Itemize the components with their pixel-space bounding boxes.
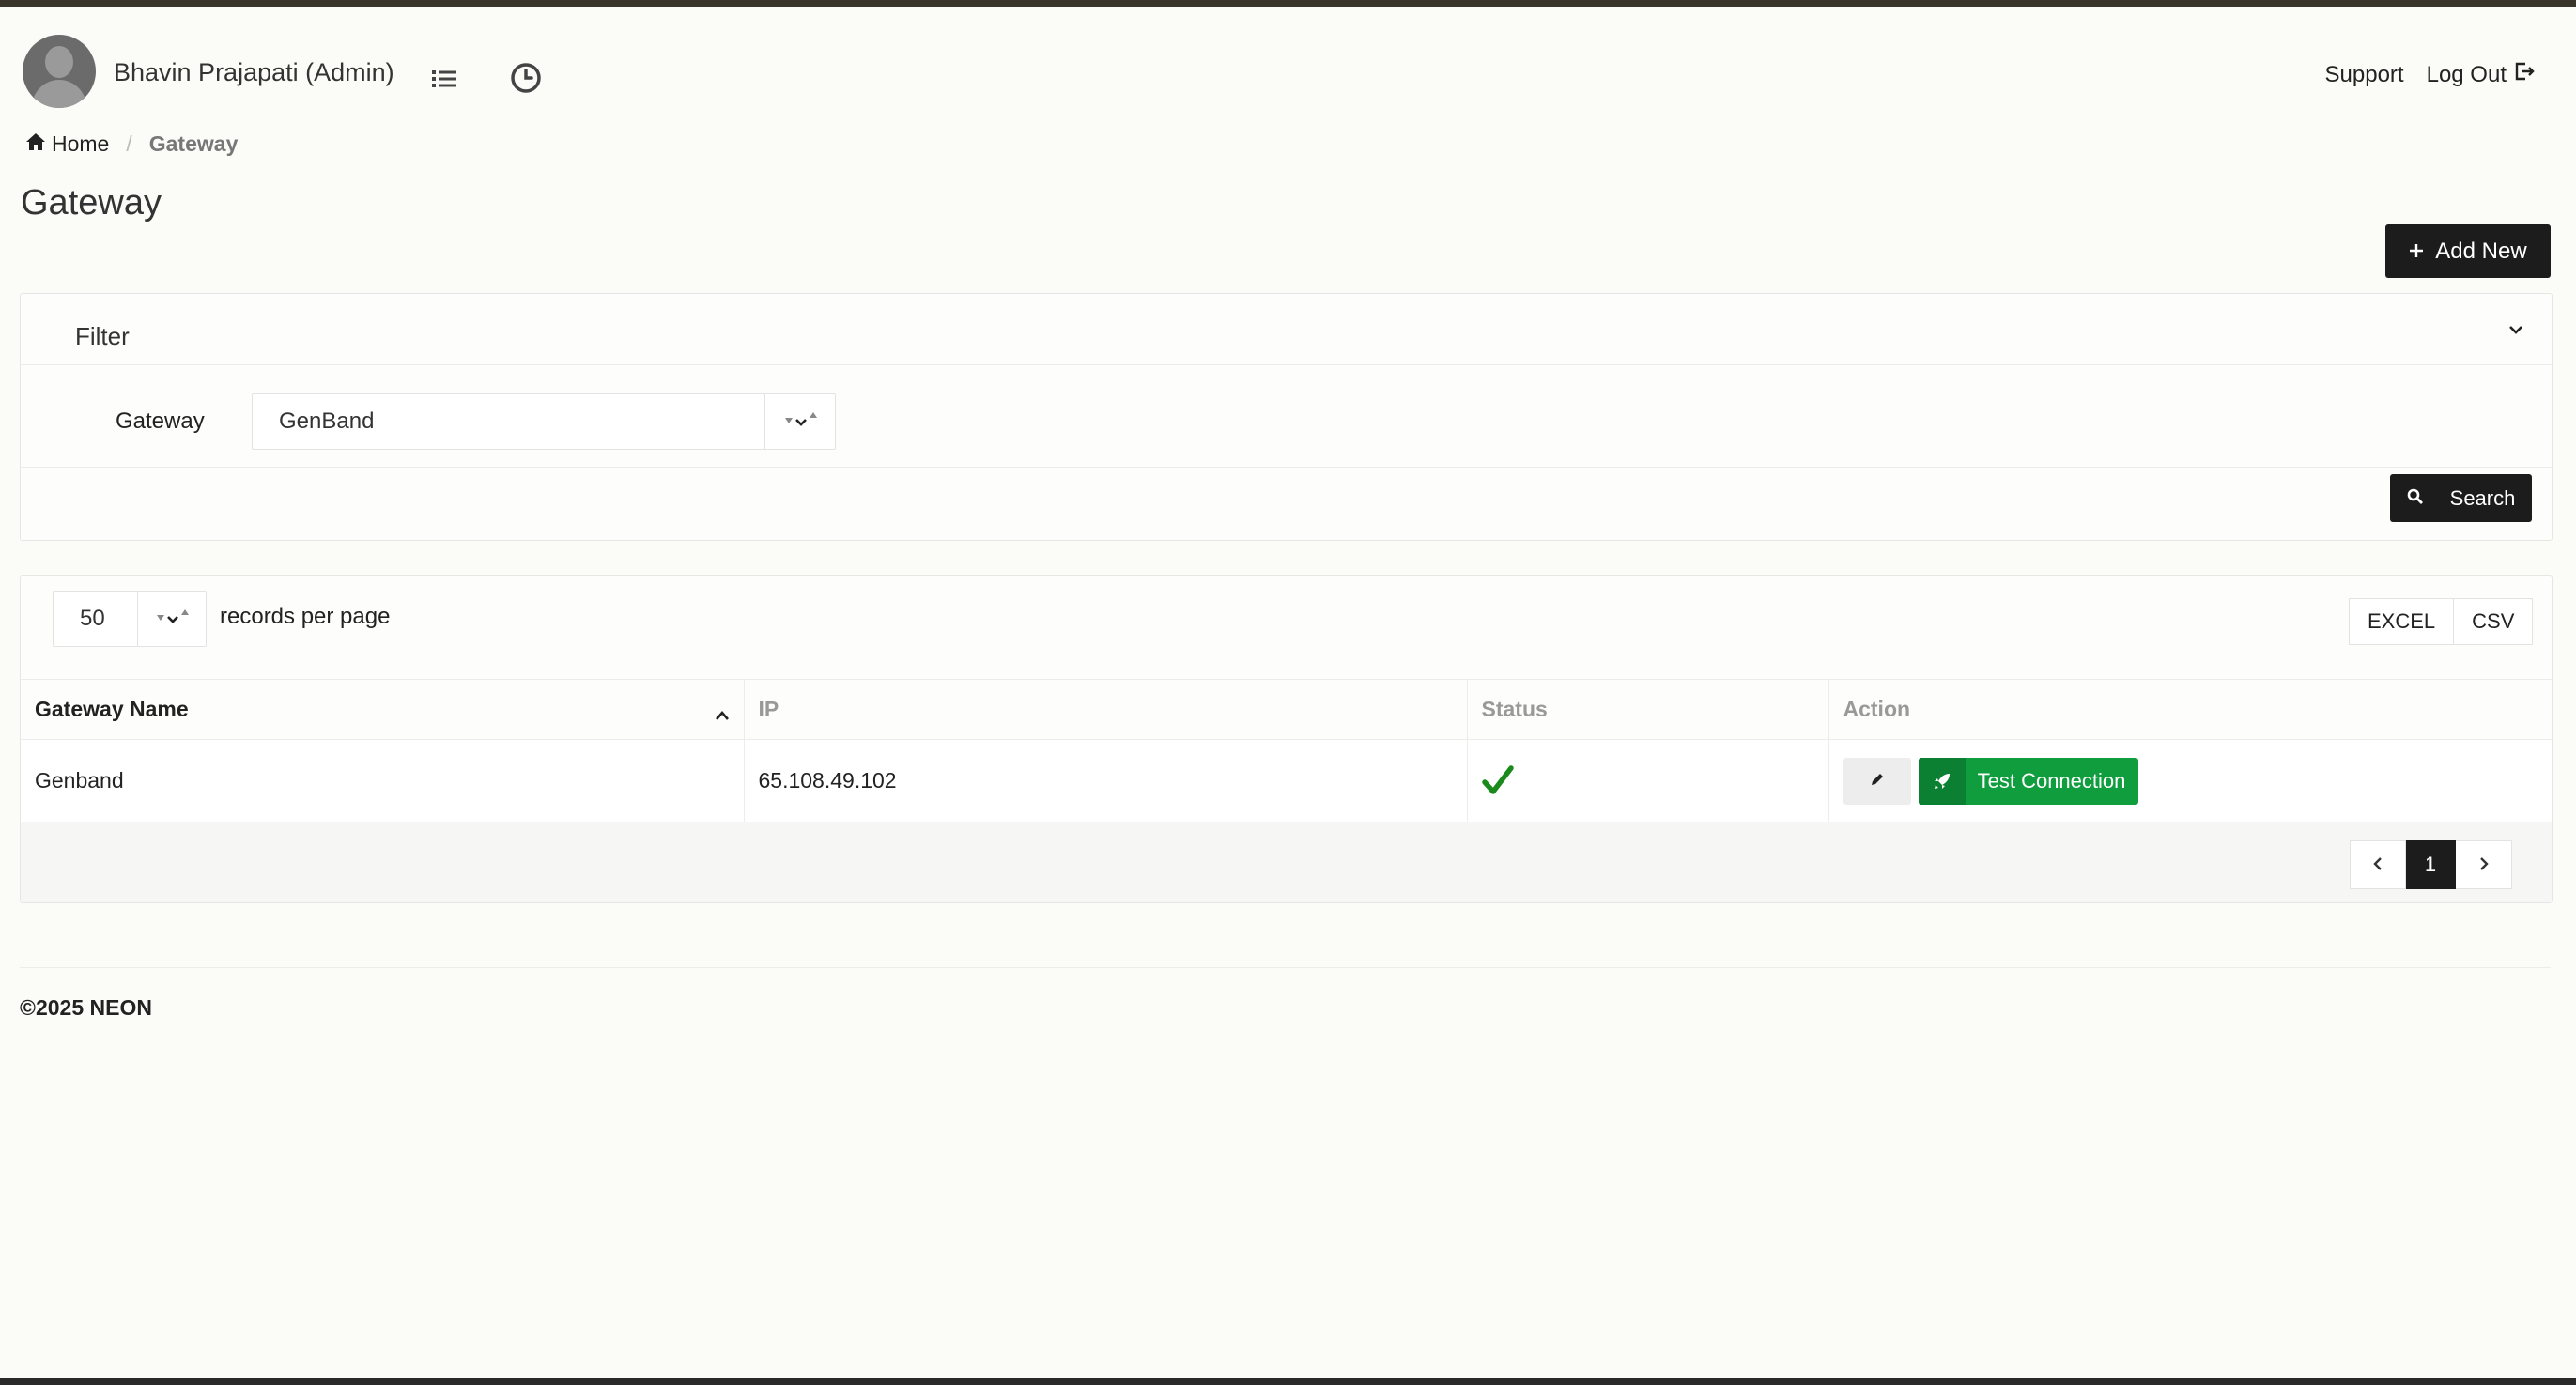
records-per-page-value: 50 xyxy=(80,606,105,631)
add-new-button[interactable]: Add New xyxy=(2385,224,2551,278)
action-buttons: Test Connection xyxy=(1843,757,2538,805)
gateway-select[interactable]: GenBand xyxy=(252,393,836,450)
previous-page-button[interactable] xyxy=(2350,840,2406,889)
user-avatar[interactable] xyxy=(23,35,96,108)
rocket-icon xyxy=(1918,757,1966,805)
logout-link[interactable]: Log Out xyxy=(2427,61,2535,88)
breadcrumb: Home / Gateway xyxy=(25,131,238,157)
export-csv-button[interactable]: CSV xyxy=(2454,598,2534,645)
filter-title: Filter xyxy=(75,322,130,350)
test-connection-button[interactable]: Test Connection xyxy=(1918,757,2138,805)
home-icon xyxy=(25,131,46,157)
logout-label: Log Out xyxy=(2426,61,2507,87)
footer-copyright: ©2025 NEON xyxy=(20,995,152,1020)
top-accent-bar xyxy=(0,0,2576,7)
export-buttons: EXCEL CSV xyxy=(2349,598,2534,645)
pencil-icon xyxy=(1869,771,1886,791)
sort-ascending-icon[interactable] xyxy=(714,702,731,720)
search-icon xyxy=(2407,486,2424,511)
footer-divider xyxy=(20,967,2551,968)
gateway-select-value: GenBand xyxy=(279,408,375,434)
table-panel: 50 records per page EXCEL CSV Gateway Na… xyxy=(20,575,2553,903)
gateway-filter-label: Gateway xyxy=(116,408,205,434)
status-cell xyxy=(1466,739,1828,823)
breadcrumb-current: Gateway xyxy=(148,131,239,156)
breadcrumb-home-label: Home xyxy=(52,131,110,156)
table-footer: 1 xyxy=(21,822,2552,902)
table-row: Genband 65.108.49.102 Test Connection xyxy=(21,739,2552,823)
export-excel-button[interactable]: EXCEL xyxy=(2349,598,2455,645)
user-name[interactable]: Bhavin Prajapati (Admin) xyxy=(114,58,394,87)
column-header-action: Action xyxy=(1828,679,2552,740)
column-header-label: Action xyxy=(1843,697,1911,721)
column-header-status[interactable]: Status xyxy=(1466,679,1828,740)
ip-cell: 65.108.49.102 xyxy=(743,739,1467,823)
header: Bhavin Prajapati (Admin) Support Log Out xyxy=(0,7,2576,133)
chevron-right-icon xyxy=(2478,853,2490,877)
history-icon[interactable] xyxy=(509,61,543,95)
pagination: 1 xyxy=(2350,840,2512,889)
chevron-left-icon xyxy=(2372,853,2383,877)
breadcrumb-home[interactable]: Home xyxy=(25,131,109,157)
search-button[interactable]: Search xyxy=(2390,474,2532,522)
support-link[interactable]: Support xyxy=(2325,62,2404,88)
gateway-table: Gateway Name IP Status Action Genband 65… xyxy=(21,679,2552,823)
list-icon[interactable] xyxy=(430,65,458,93)
logout-icon xyxy=(2514,61,2535,88)
page-button-current[interactable]: 1 xyxy=(2406,840,2456,889)
column-header-label: IP xyxy=(758,697,779,721)
breadcrumb-separator: / xyxy=(126,131,132,156)
gateway-name-cell: Genband xyxy=(21,739,744,823)
add-new-label: Add New xyxy=(2435,238,2527,264)
bottom-bar xyxy=(0,1378,2576,1385)
avatar-head xyxy=(45,46,73,78)
edit-button[interactable] xyxy=(1843,757,1911,805)
avatar-shoulders xyxy=(32,80,86,108)
test-connection-label: Test Connection xyxy=(1977,768,2126,793)
support-label: Support xyxy=(2324,61,2404,87)
records-per-page-select[interactable]: 50 xyxy=(53,591,207,647)
records-per-page-label: records per page xyxy=(220,604,391,629)
column-header-gateway-name[interactable]: Gateway Name xyxy=(21,679,744,740)
check-icon xyxy=(1481,764,1514,797)
filter-header[interactable]: Filter xyxy=(21,294,2552,365)
top-links: Support Log Out xyxy=(2325,61,2535,88)
table-header-row: Gateway Name IP Status Action xyxy=(21,679,2552,740)
plus-icon xyxy=(2409,239,2424,265)
page-title: Gateway xyxy=(21,183,162,223)
select-arrows-icon xyxy=(137,592,206,646)
action-cell: Test Connection xyxy=(1828,739,2552,823)
select-arrows-icon xyxy=(764,394,835,449)
filter-row: Gateway GenBand xyxy=(21,365,2552,468)
next-page-button[interactable] xyxy=(2456,840,2512,889)
column-header-ip[interactable]: IP xyxy=(743,679,1467,740)
column-header-label: Gateway Name xyxy=(35,697,189,721)
filter-panel: Filter Gateway GenBand Search xyxy=(20,293,2553,541)
chevron-down-icon[interactable] xyxy=(2507,320,2525,339)
column-header-label: Status xyxy=(1481,697,1548,721)
search-label: Search xyxy=(2449,485,2516,510)
